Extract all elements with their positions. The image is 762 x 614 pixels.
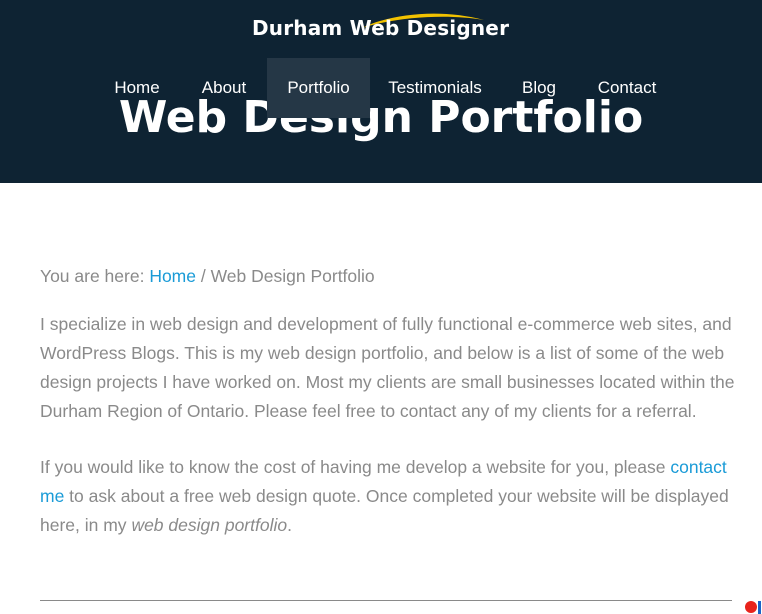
breadcrumb-current: Web Design Portfolio <box>210 266 375 286</box>
portfolio-emphasis: web design portfolio <box>131 515 288 535</box>
main-content: You are here: Home / Web Design Portfoli… <box>40 262 740 567</box>
notification-widget-icon[interactable] <box>744 598 762 614</box>
intro-paragraph: I specialize in web design and developme… <box>40 314 735 421</box>
main-navigation: Home About Portfolio Testimonials Blog C… <box>0 58 762 120</box>
breadcrumb-separator: / <box>196 266 211 286</box>
breadcrumb: You are here: Home / Web Design Portfoli… <box>40 262 740 291</box>
quote-text-end: . <box>287 515 292 535</box>
site-logo[interactable]: Durham Web Designer <box>252 10 509 46</box>
nav-item-testimonials[interactable]: Testimonials <box>376 58 494 118</box>
nav-item-about[interactable]: About <box>183 58 265 118</box>
quote-paragraph: If you would like to know the cost of ha… <box>40 453 740 540</box>
logo-text: Durham Web Designer <box>252 16 510 40</box>
content-divider <box>40 600 732 601</box>
nav-item-home[interactable]: Home <box>98 58 176 118</box>
nav-item-blog[interactable]: Blog <box>504 58 574 118</box>
breadcrumb-home-link[interactable]: Home <box>149 266 196 286</box>
breadcrumb-prefix: You are here: <box>40 266 150 286</box>
quote-text-before: If you would like to know the cost of ha… <box>40 457 671 477</box>
nav-item-portfolio[interactable]: Portfolio <box>267 58 370 118</box>
site-header: Durham Web Designer Web Design Portfolio… <box>0 0 762 183</box>
nav-item-contact[interactable]: Contact <box>584 58 670 118</box>
